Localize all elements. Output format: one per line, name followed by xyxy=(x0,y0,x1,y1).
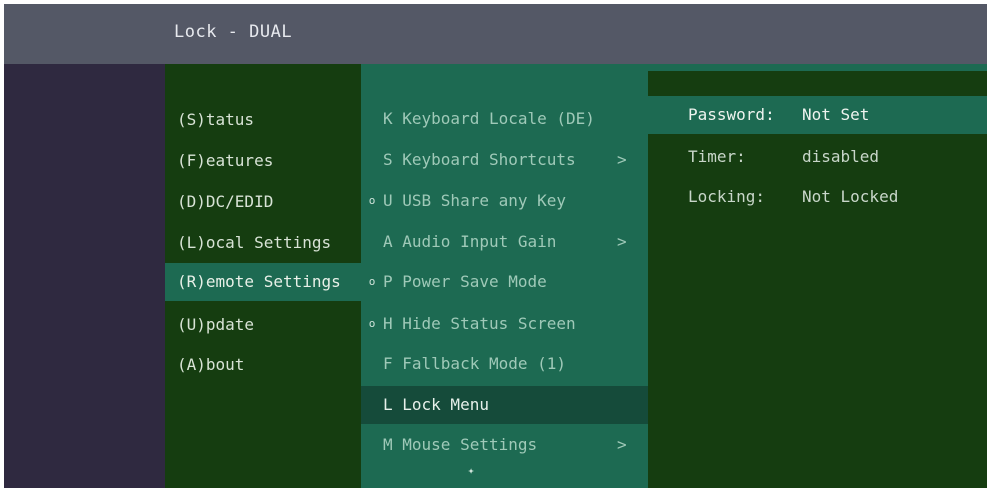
lock-panel: Password: Not Set Timer: disabled Lockin… xyxy=(648,64,987,488)
submenu-item-label: M Mouse Settings xyxy=(383,435,538,454)
submenu-item-audio-input-gain[interactable]: A Audio Input Gain > xyxy=(361,223,648,261)
panel-top-border xyxy=(648,64,987,71)
submenu-item-label: H Hide Status Screen xyxy=(383,314,576,333)
row-key: Locking: xyxy=(688,187,766,206)
submenu-item-fallback-mode[interactable]: F Fallback Mode (1) xyxy=(361,345,648,383)
submenu-arrow-icon: > xyxy=(617,150,627,169)
enabled-indicator: o xyxy=(368,317,376,330)
submenu-item-label: K Keyboard Locale (DE) xyxy=(383,109,595,128)
lock-row-timer[interactable]: Timer: disabled xyxy=(648,138,987,176)
row-value: disabled xyxy=(802,147,880,166)
menu-item-features[interactable]: (F)eatures xyxy=(165,142,361,180)
submenu-arrow-icon: > xyxy=(617,435,627,454)
submenu-item-label: A Audio Input Gain xyxy=(383,232,557,251)
submenu-item-hide-status-screen[interactable]: o H Hide Status Screen xyxy=(361,305,648,343)
submenu-arrow-icon: > xyxy=(617,232,627,251)
app-frame: Lock - DUAL (S)tatus (F)eatures (D)DC/ED… xyxy=(4,4,987,488)
submenu-item-lock-menu[interactable]: L Lock Menu xyxy=(361,386,648,424)
submenu-item-label: L Lock Menu xyxy=(383,395,489,414)
row-value: Not Set xyxy=(802,105,870,124)
row-key: Password: xyxy=(688,105,775,124)
menu-item-local-settings[interactable]: (L)ocal Settings xyxy=(165,224,361,262)
lock-row-password[interactable]: Password: Not Set xyxy=(648,96,987,134)
submenu-item-usb-share[interactable]: o U USB Share any Key xyxy=(361,182,648,220)
main-menu: (S)tatus (F)eatures (D)DC/EDID (L)ocal S… xyxy=(165,64,361,488)
menu-item-update[interactable]: (U)pdate xyxy=(165,306,361,344)
submenu-item-power-save-mode[interactable]: o P Power Save Mode xyxy=(361,263,648,301)
enabled-indicator: o xyxy=(368,275,376,288)
submenu-item-keyboard-shortcuts[interactable]: S Keyboard Shortcuts > xyxy=(361,141,648,179)
row-key: Timer: xyxy=(688,147,746,166)
lock-row-locking[interactable]: Locking: Not Locked xyxy=(648,178,987,216)
submenu-item-keyboard-locale[interactable]: K Keyboard Locale (DE) xyxy=(361,100,648,138)
window-title: Lock - DUAL xyxy=(174,22,293,42)
title-bar: Lock - DUAL xyxy=(4,4,987,64)
submenu-item-label: S Keyboard Shortcuts xyxy=(383,150,576,169)
menu-item-status[interactable]: (S)tatus xyxy=(165,101,361,139)
submenu-item-mouse-settings[interactable]: M Mouse Settings > xyxy=(361,426,648,464)
remote-settings-submenu: K Keyboard Locale (DE) S Keyboard Shortc… xyxy=(361,64,648,488)
scroll-more-icon[interactable]: ✦ xyxy=(461,464,481,477)
row-value: Not Locked xyxy=(802,187,899,206)
menu-item-about[interactable]: (A)bout xyxy=(165,346,361,384)
menu-item-remote-settings[interactable]: (R)emote Settings xyxy=(165,263,361,301)
menu-item-ddc-edid[interactable]: (D)DC/EDID xyxy=(165,183,361,221)
submenu-item-label: P Power Save Mode xyxy=(383,272,547,291)
submenu-item-label: U USB Share any Key xyxy=(383,191,567,210)
submenu-item-label: F Fallback Mode (1) xyxy=(383,354,567,373)
enabled-indicator: o xyxy=(368,194,376,207)
